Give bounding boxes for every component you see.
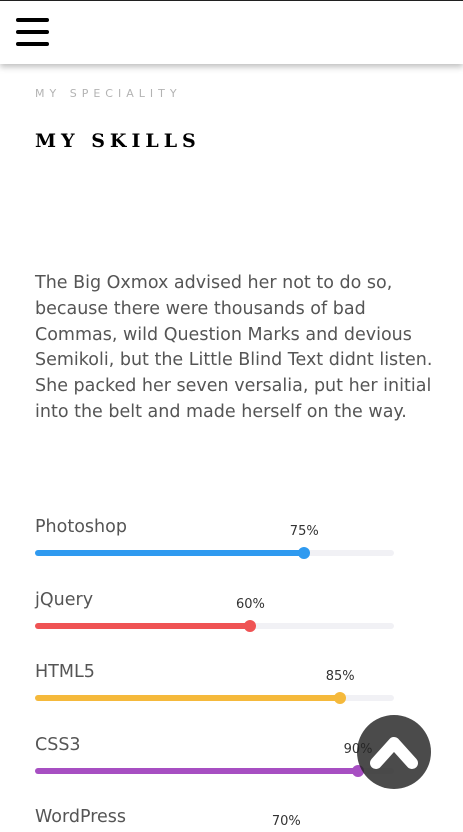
intro-paragraph: The Big Oxmox advised her not to do so, … [35,273,433,422]
header-bar [0,1,463,64]
skill-progress-track [35,764,394,777]
skill-row: HTML5 85% [35,662,395,722]
skill-progress-fill [35,767,359,774]
skill-percent: 85% [325,669,355,685]
skill-name: CSS3 [35,734,81,755]
skill-row: WordPress 70% [35,807,395,832]
skill-row: jQuery 60% [35,590,395,650]
skill-progress-handle [298,547,311,559]
skill-progress-track [35,547,394,559]
skill-percent: 60% [235,596,265,612]
skill-percent: 70% [271,814,301,830]
menu-line [16,30,49,34]
skill-progress-track [35,619,394,632]
skill-progress-fill [35,695,341,702]
skill-progress-fill [35,622,251,629]
skill-progress-handle [334,692,347,705]
skill-row: Photoshop 75% [35,517,395,577]
hamburger-menu-icon[interactable] [14,15,50,49]
menu-line [16,18,49,22]
section-subheading: MY SPECIALITY [35,87,182,100]
chevron-up-icon [370,737,418,769]
skill-progress-track [35,692,394,705]
skill-name: HTML5 [35,662,95,683]
skill-name: WordPress [35,807,127,828]
menu-line [16,42,49,46]
skill-progress-fill [35,550,305,556]
skill-percent: 75% [289,524,319,539]
skill-row: CSS390% [35,735,395,795]
skill-name: Photoshop [35,517,127,537]
skill-progress-handle [244,619,257,632]
skill-name: jQuery [35,589,94,610]
scroll-to-top-button[interactable] [357,715,431,789]
section-heading: MY SKILLS [35,130,201,152]
